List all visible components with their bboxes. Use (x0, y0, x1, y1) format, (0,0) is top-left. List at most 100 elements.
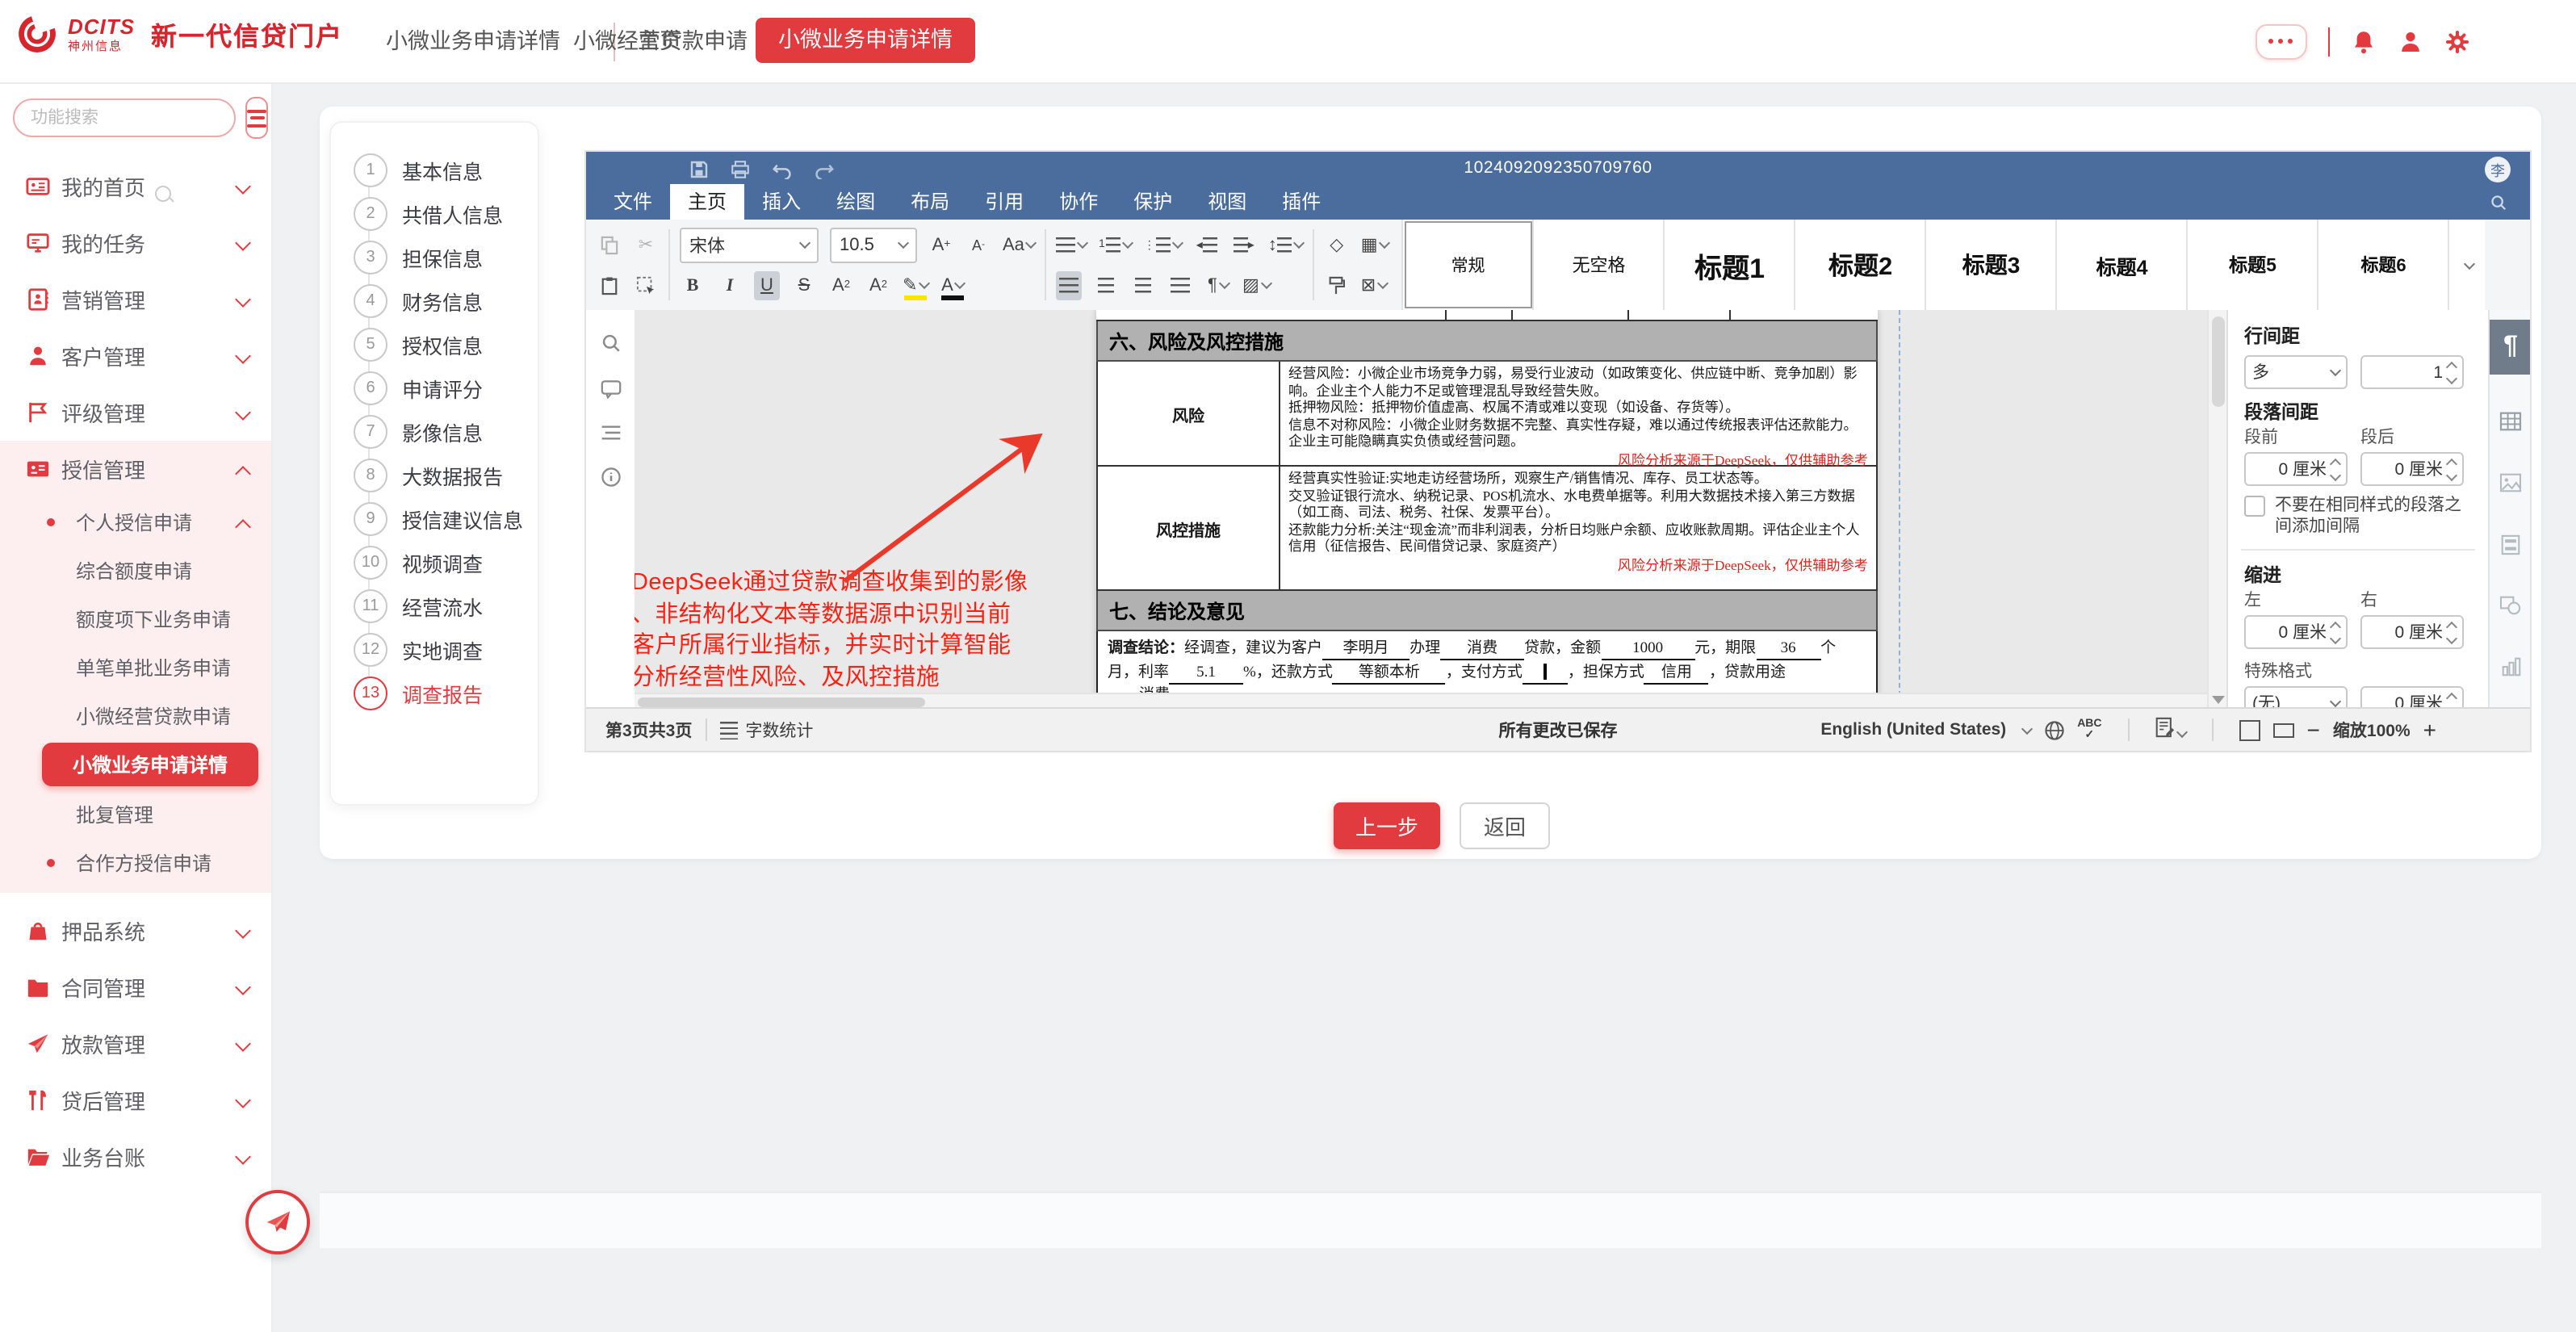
menu-tab-collaborate[interactable]: 协作 (1041, 184, 1116, 220)
decrease-indent-icon[interactable]: ◂ (1194, 230, 1220, 259)
change-case-icon[interactable]: Aa (1003, 230, 1036, 259)
style-heading5[interactable]: 标题5 (2189, 220, 2319, 310)
mail-merge-icon[interactable]: ⊠ (1361, 270, 1387, 299)
search-input[interactable] (13, 98, 236, 137)
numbered-list-icon[interactable]: 1 (1099, 230, 1133, 259)
step-item[interactable]: 5授权信息 (331, 323, 538, 367)
menu-tab-draw[interactable]: 绘图 (819, 184, 893, 220)
indent-left-input[interactable]: 0 厘米 (2244, 615, 2348, 649)
document-page[interactable]: 六、风险及风控措施 风险 经营风险：小微企业市场竞争力弱，易受行业波动（如政策变… (1096, 310, 1878, 709)
zoom-in-button[interactable]: + (2423, 717, 2436, 743)
word-count-label[interactable]: 字数统计 (745, 718, 813, 742)
subscript-icon[interactable]: A2 (865, 270, 891, 299)
increase-indent-icon[interactable]: ▸ (1231, 230, 1257, 259)
indent-right-input[interactable]: 0 厘米 (2360, 615, 2464, 649)
format-painter-icon[interactable] (1324, 270, 1350, 299)
prev-step-button[interactable]: 上一步 (1334, 802, 1440, 849)
globe-icon[interactable] (2043, 719, 2064, 740)
spellcheck-icon[interactable]: ABC✓ (2077, 718, 2101, 741)
align-right-icon[interactable] (1131, 270, 1157, 299)
find-icon[interactable] (600, 333, 621, 354)
align-center-icon[interactable] (1094, 270, 1120, 299)
superscript-icon[interactable]: A2 (828, 270, 854, 299)
step-item[interactable]: 4财务信息 (331, 279, 538, 323)
menu-tab-file[interactable]: 文件 (596, 184, 670, 220)
menu-tab-view[interactable]: 视图 (1190, 184, 1264, 220)
user-avatar[interactable]: 李 (2485, 157, 2511, 182)
fit-width-icon[interactable] (2273, 723, 2294, 737)
style-heading3[interactable]: 标题3 (1927, 220, 2058, 310)
sidebar-item-under-limit[interactable]: 额度项下业务申请 (0, 594, 271, 643)
sidebar-item-single-batch[interactable]: 单笔单批业务申请 (0, 643, 271, 691)
sidebar-item-collateral[interactable]: 押品系统 (0, 903, 271, 959)
style-normal[interactable]: 常规 (1404, 220, 1535, 310)
language-selector[interactable]: English (United States) (1820, 720, 2006, 739)
sidebar-item-contracts[interactable]: 合同管理 (0, 959, 271, 1016)
step-item[interactable]: 1基本信息 (331, 149, 538, 192)
menu-tab-layout[interactable]: 布局 (893, 184, 967, 220)
justify-icon[interactable] (1168, 270, 1194, 299)
gear-icon[interactable] (2444, 28, 2470, 54)
step-item[interactable]: 8大数据报告 (331, 454, 538, 497)
editor-search-icon[interactable] (2490, 194, 2507, 212)
scroll-down-arrow[interactable] (2212, 696, 2225, 704)
special-format-select[interactable]: (无) (2244, 686, 2348, 709)
nav-tab-active[interactable]: 小微业务申请详情 (756, 18, 975, 63)
font-color-icon[interactable]: A (940, 270, 965, 299)
multilevel-list-icon[interactable]: ⋮ (1144, 230, 1183, 259)
step-item[interactable]: 11经营流水 (331, 584, 538, 628)
step-item[interactable]: 2共借人信息 (331, 192, 538, 236)
sidebar-item-approval-mgmt[interactable]: 批复管理 (0, 790, 271, 838)
page-indicator[interactable]: 第3页共3页 (605, 718, 692, 742)
spacing-after-input[interactable]: 0 厘米 (2360, 452, 2464, 486)
fit-page-icon[interactable] (2239, 719, 2260, 740)
sidebar-item-personal-credit[interactable]: 个人授信申请 (0, 497, 271, 546)
step-item[interactable]: 10视频调查 (331, 541, 538, 584)
line-spacing-value[interactable]: 1 (2360, 355, 2464, 389)
menu-tab-references[interactable]: 引用 (967, 184, 1041, 220)
shapes-panel-icon[interactable] (2490, 578, 2530, 633)
bullet-list-icon[interactable] (1057, 230, 1087, 259)
chart-panel-icon[interactable] (2490, 639, 2530, 694)
align-left-icon[interactable] (1057, 270, 1083, 299)
track-changes-icon[interactable] (2155, 717, 2186, 743)
nav-tab-micro-detail[interactable]: 小微业务申请详情 (386, 0, 560, 82)
font-size-select[interactable]: 10.5 (830, 227, 917, 262)
sidebar-item-post-loan[interactable]: 贷后管理 (0, 1072, 271, 1129)
menu-tab-plugins[interactable]: 插件 (1264, 184, 1338, 220)
style-heading1[interactable]: 标题1 (1665, 220, 1796, 310)
sidebar-item-disbursement[interactable]: 放款管理 (0, 1016, 271, 1072)
table-panel-icon[interactable] (2490, 394, 2530, 449)
style-heading2[interactable]: 标题2 (1796, 220, 1927, 310)
menu-tab-protect[interactable]: 保护 (1116, 184, 1190, 220)
grow-font-icon[interactable]: A+ (928, 230, 954, 259)
cut-icon[interactable]: ✂ (633, 230, 659, 259)
step-item[interactable]: 12实地调查 (331, 628, 538, 672)
italic-icon[interactable]: I (717, 270, 743, 299)
sidebar-item-comprehensive-limit[interactable]: 综合额度申请 (0, 546, 271, 594)
more-menu-button[interactable] (2255, 23, 2306, 59)
style-heading6[interactable]: 标题6 (2319, 220, 2450, 310)
style-no-spacing[interactable]: 无空格 (1535, 220, 1665, 310)
special-amount-input[interactable]: 0 厘米 (2360, 686, 2464, 709)
sidebar-item-tasks[interactable]: 我的任务 (0, 215, 271, 271)
step-item-active[interactable]: 13调查报告 (331, 672, 538, 715)
vertical-scrollbar[interactable] (2207, 310, 2228, 709)
bell-icon[interactable] (2351, 28, 2377, 54)
same-style-checkbox[interactable] (2244, 496, 2265, 517)
info-icon[interactable] (600, 467, 621, 488)
sidebar-collapse-button[interactable] (245, 97, 268, 139)
step-item[interactable]: 9授信建议信息 (331, 497, 538, 541)
zoom-out-button[interactable]: − (2307, 717, 2320, 743)
sidebar-item-micro-loan-apply[interactable]: 小微经营贷款申请 (0, 691, 271, 739)
step-item[interactable]: 7影像信息 (331, 410, 538, 454)
image-panel-icon[interactable] (2490, 455, 2530, 510)
paragraph-mark-icon[interactable]: ¶ (1205, 270, 1231, 299)
nav-tab-micro-loan[interactable]: 小微经营贷款申请 (573, 0, 748, 82)
sidebar-item-home[interactable]: 我的首页 (0, 158, 271, 215)
document-canvas[interactable]: 六、风险及风控措施 风险 经营风险：小微企业市场竞争力弱，易受行业波动（如政策变… (635, 310, 2226, 709)
highlight-icon[interactable]: ✎ (903, 270, 928, 299)
paragraph-panel-icon[interactable]: ¶ (2490, 320, 2530, 375)
menu-tab-insert[interactable]: 插入 (744, 184, 819, 220)
sidebar-item-ledger[interactable]: 业务台账 (0, 1129, 271, 1185)
